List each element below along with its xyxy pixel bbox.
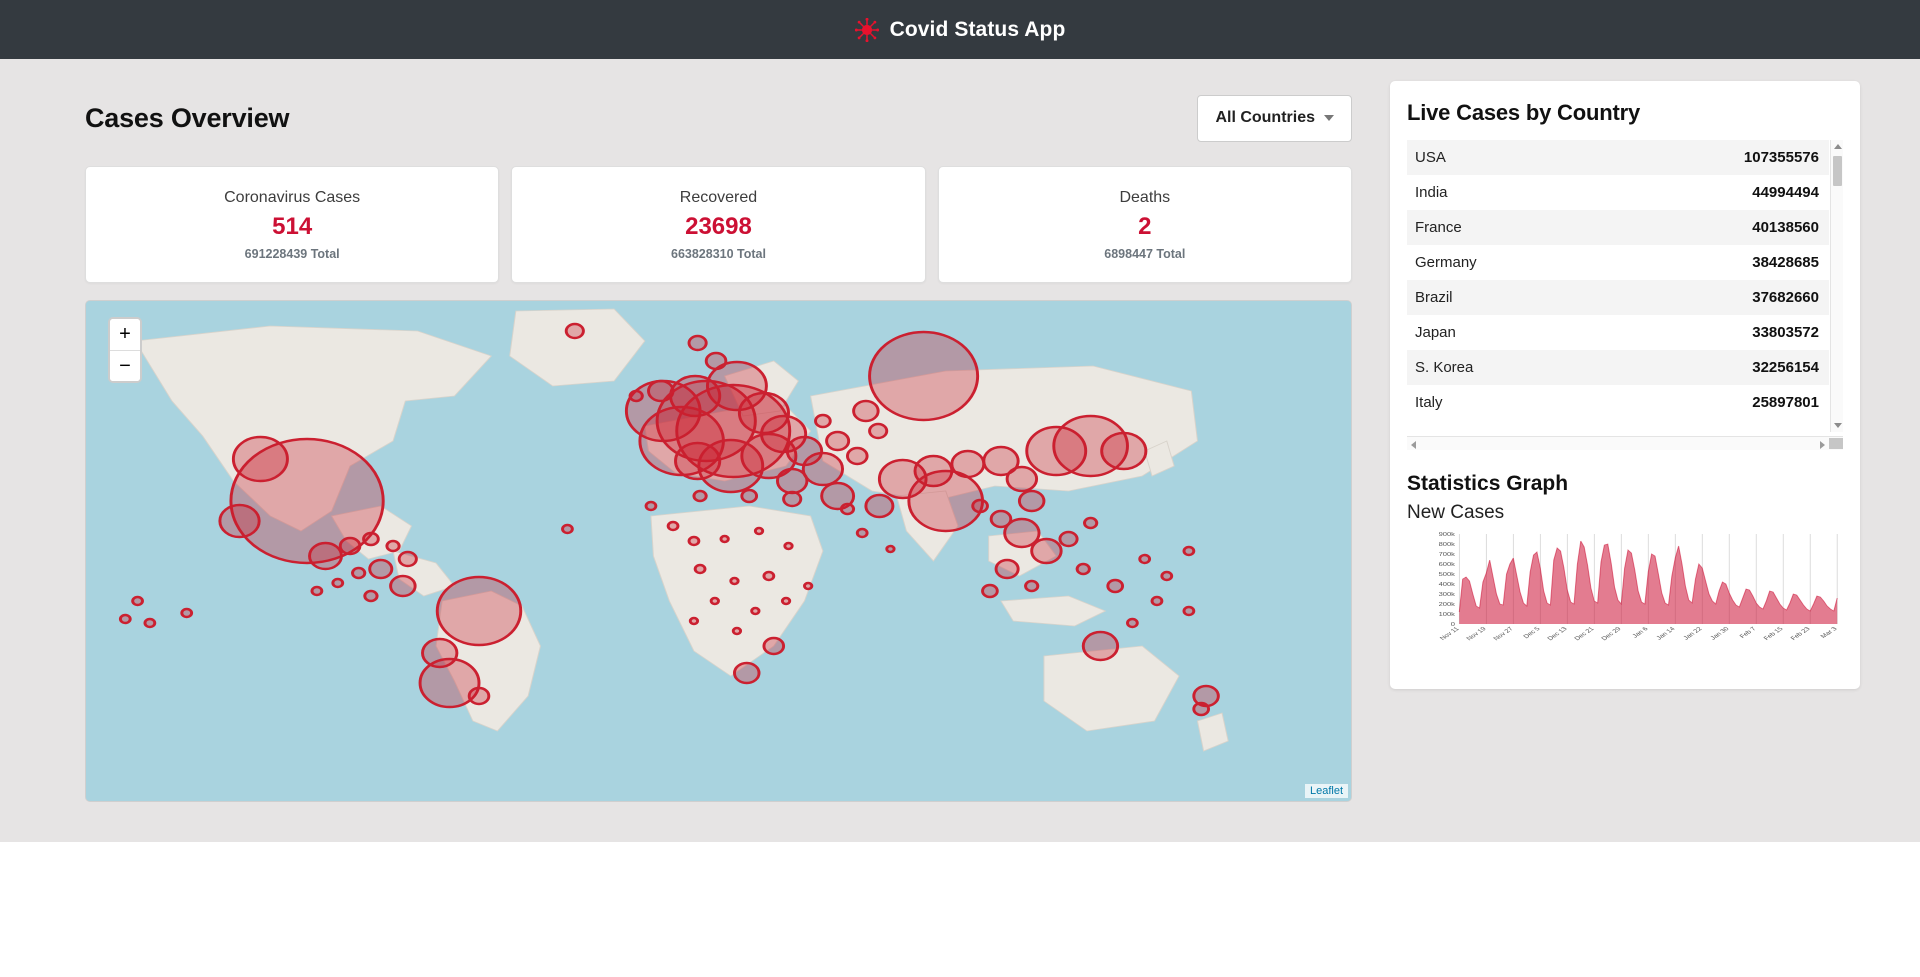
chart-y-tick-label: 900k [1439, 532, 1456, 538]
chart-x-tick-label: Dec 5 [1522, 626, 1542, 640]
country-list-wrapper: USA 107355576 India 44994494 France 40138560 G… [1407, 140, 1843, 450]
country-name: USA [1415, 149, 1446, 166]
country-row[interactable]: Japan 33803572 [1407, 315, 1829, 350]
country-name: Italy [1415, 394, 1443, 411]
country-case-count: 40138560 [1752, 219, 1819, 236]
chart-y-tick-label: 800k [1439, 542, 1456, 548]
country-row[interactable]: S. Korea 32256154 [1407, 350, 1829, 385]
chart-x-tick-label: Nov 11 [1439, 626, 1462, 642]
sidebar-card: Live Cases by Country USA 107355576 India 4… [1390, 81, 1860, 689]
country-row[interactable]: Brazil 37682660 [1407, 280, 1829, 315]
overview-header: Cases Overview All Countries [85, 81, 1352, 155]
country-row[interactable]: Germany 38428685 [1407, 245, 1829, 280]
chart-x-tick-label: Dec 29 [1600, 626, 1623, 642]
country-list-horizontal-scrollbar[interactable] [1407, 436, 1843, 450]
chart-y-tick-label: 100k [1439, 612, 1456, 618]
chart-x-tick-label: Feb 23 [1789, 626, 1812, 642]
country-name: Japan [1415, 324, 1456, 341]
statistics-graph-subtitle: New Cases [1407, 502, 1505, 523]
stat-label: Coronavirus Cases [224, 188, 361, 206]
chart-y-tick-label: 500k [1439, 572, 1456, 578]
map-zoom-controls[interactable]: + − [108, 317, 142, 383]
scroll-right-arrow-icon[interactable] [1820, 441, 1825, 449]
chart-x-tick-label: Nov 19 [1465, 626, 1488, 642]
right-column: Live Cases by Country USA 107355576 India 4… [1390, 81, 1920, 689]
stat-value: 2 [1138, 212, 1152, 240]
country-dropdown[interactable]: All Countries [1197, 94, 1352, 142]
stat-label: Recovered [679, 188, 758, 206]
country-row[interactable]: USA 107355576 [1407, 140, 1829, 175]
country-case-count: 37682660 [1752, 289, 1819, 306]
scroll-left-arrow-icon[interactable] [1411, 441, 1416, 449]
stat-cards-row: Coronavirus Cases 514 691228439 Total Re… [85, 166, 1352, 283]
chart-x-tick-label: Nov 27 [1492, 626, 1515, 642]
country-case-count: 38428685 [1752, 254, 1819, 271]
chart-x-tick-label: Mar 3 [1819, 626, 1839, 640]
stat-card-deaths[interactable]: Deaths 2 6898447 Total [937, 166, 1352, 283]
country-case-count: 25897801 [1752, 394, 1819, 411]
country-name: Germany [1415, 254, 1477, 271]
country-name: Brazil [1415, 289, 1453, 306]
page-footer-space [0, 842, 1920, 977]
app-title: Covid Status App [889, 17, 1066, 41]
country-name: India [1415, 184, 1448, 201]
chart-y-tick-label: 600k [1439, 562, 1456, 568]
app-header: Covid Status App [0, 0, 1920, 59]
stat-total: 663828310 Total [671, 246, 766, 261]
new-cases-area-chart[interactable]: 0100k200k300k400k500k600k700k800k900kNov… [1407, 530, 1843, 662]
live-cases-title: Live Cases by Country [1407, 100, 1640, 125]
virus-icon [854, 17, 879, 42]
country-dropdown-label: All Countries [1215, 109, 1315, 126]
chart-y-tick-label: 200k [1439, 602, 1456, 608]
chart-x-tick-label: Feb 15 [1762, 626, 1785, 642]
chart-x-tick-label: Dec 13 [1546, 626, 1569, 642]
stat-label: Deaths [1119, 188, 1171, 206]
hscrollbar-thumb[interactable] [1829, 438, 1843, 449]
stat-card-cases[interactable]: Coronavirus Cases 514 691228439 Total [85, 166, 500, 283]
country-case-count: 107355576 [1743, 149, 1819, 166]
chart-y-tick-label: 300k [1439, 592, 1456, 598]
chart-x-tick-label: Jan 22 [1682, 626, 1704, 641]
zoom-in-button[interactable]: + [110, 319, 140, 350]
scroll-up-arrow-icon[interactable] [1834, 144, 1842, 149]
chevron-down-icon [1324, 115, 1334, 121]
country-list[interactable]: USA 107355576 India 44994494 France 40138560 G… [1407, 140, 1843, 432]
stat-value: 514 [272, 212, 313, 240]
map-canvas [86, 301, 1351, 801]
chart-x-tick-label: Jan 30 [1709, 626, 1731, 641]
zoom-out-button[interactable]: − [110, 350, 140, 381]
country-case-count: 32256154 [1752, 359, 1819, 376]
country-list-vertical-scrollbar[interactable] [1830, 140, 1843, 432]
page-body: Cases Overview All Countries Coronavirus… [0, 59, 1920, 842]
country-name: France [1415, 219, 1462, 236]
left-column: Cases Overview All Countries Coronavirus… [0, 81, 1390, 802]
country-case-count: 33803572 [1752, 324, 1819, 341]
scroll-down-arrow-icon[interactable] [1834, 423, 1842, 428]
country-row[interactable]: France 40138560 [1407, 210, 1829, 245]
scrollbar-thumb[interactable] [1833, 156, 1842, 186]
page-title: Cases Overview [85, 102, 290, 133]
chart-x-tick-label: Jan 6 [1631, 626, 1650, 639]
chart-x-tick-label: Dec 21 [1573, 626, 1596, 642]
country-name: S. Korea [1415, 359, 1474, 376]
chart-y-tick-label: 400k [1439, 582, 1456, 588]
statistics-graph-title: Statistics Graph [1407, 472, 1569, 495]
stat-total: 691228439 Total [244, 246, 340, 261]
country-row[interactable]: India 44994494 [1407, 175, 1829, 210]
country-row[interactable]: Italy 25897801 [1407, 385, 1829, 420]
chart-x-tick-label: Jan 14 [1655, 626, 1677, 641]
stat-card-recovered[interactable]: Recovered 23698 663828310 Total [511, 166, 926, 283]
chart-x-tick-label: Feb 7 [1738, 626, 1758, 640]
stat-total: 6898447 Total [1104, 246, 1186, 261]
chart-y-tick-label: 700k [1439, 552, 1456, 558]
world-map[interactable]: + − Leaflet [85, 300, 1352, 802]
country-case-count: 44994494 [1752, 184, 1819, 201]
leaflet-attribution[interactable]: Leaflet [1304, 784, 1348, 798]
stat-value: 23698 [685, 212, 752, 240]
